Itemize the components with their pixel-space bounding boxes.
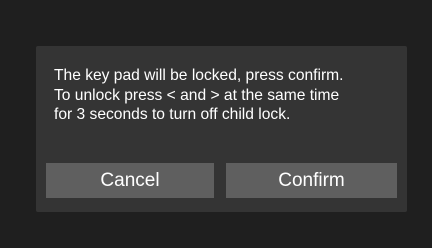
confirm-button[interactable]: Confirm (226, 163, 397, 198)
child-lock-dialog: The key pad will be locked, press confir… (36, 46, 407, 212)
dialog-message-line: for 3 seconds to turn off child lock. (54, 106, 291, 123)
cancel-button[interactable]: Cancel (46, 163, 214, 198)
screen-background: The key pad will be locked, press confir… (0, 0, 432, 248)
dialog-message: The key pad will be locked, press confir… (54, 66, 402, 125)
dialog-message-line: The key pad will be locked, press confir… (54, 67, 344, 84)
dialog-message-line: To unlock press < and > at the same time (54, 86, 340, 104)
